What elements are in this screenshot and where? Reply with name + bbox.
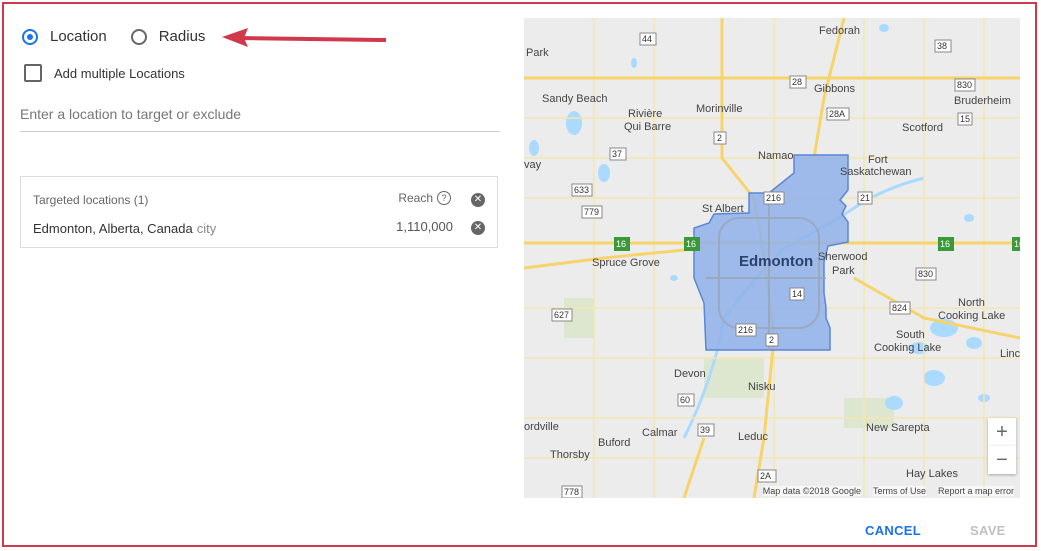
svg-text:2: 2 [769,335,774,345]
svg-text:Park: Park [832,265,855,277]
svg-text:Scotford: Scotford [902,122,943,134]
reach-header: Reach ? [398,191,451,205]
svg-text:New Sarepta: New Sarepta [866,422,930,434]
svg-text:14: 14 [792,289,802,299]
svg-text:Morinville: Morinville [696,103,742,115]
svg-text:Saskatchewan: Saskatchewan [840,166,912,178]
svg-text:Calmar: Calmar [642,427,678,439]
location-radio[interactable] [22,28,38,45]
svg-text:15: 15 [960,114,970,124]
svg-text:824: 824 [892,303,907,313]
zoom-out-button[interactable]: − [988,446,1016,474]
svg-text:Park: Park [526,47,549,59]
svg-text:Thorsby: Thorsby [550,449,590,461]
svg-text:Nisku: Nisku [748,381,776,393]
target-type-group: Location Radius [22,28,229,45]
reach-label: Reach [398,191,433,205]
svg-text:Gibbons: Gibbons [814,83,855,95]
terms-of-use-link[interactable]: Terms of Use [872,486,926,496]
svg-text:Cooking Lake: Cooking Lake [938,310,1005,322]
map-canvas: Fedorah Park Sandy Beach Rivière Qui Bar… [524,18,1020,498]
location-search-input[interactable] [20,106,500,132]
location-type: city [196,221,217,236]
svg-text:16: 16 [940,239,950,249]
zoom-in-button[interactable]: + [988,418,1016,446]
targeted-location-row: Edmonton, Alberta, Canada city [33,221,216,236]
svg-text:St Albert: St Albert [702,203,744,215]
svg-text:830: 830 [918,269,933,279]
svg-text:Hay Lakes: Hay Lakes [906,468,958,480]
svg-text:216: 216 [738,325,753,335]
svg-text:37: 37 [612,149,622,159]
location-radio-label[interactable]: Location [50,28,107,45]
report-map-error-link[interactable]: Report a map error [937,486,1014,496]
svg-text:North: North [958,297,985,309]
svg-text:21: 21 [860,193,870,203]
svg-text:2: 2 [717,133,722,143]
svg-text:2A: 2A [760,471,771,481]
svg-text:Spruce Grove: Spruce Grove [592,257,660,269]
svg-text:16: 16 [686,239,696,249]
remove-all-icon[interactable]: ✕ [471,193,485,207]
targeted-locations-panel: Targeted locations (1) Reach ? ✕ Edmonto… [20,176,498,248]
svg-text:Namao: Namao [758,150,793,162]
add-multiple-checkbox[interactable] [24,64,42,82]
svg-text:60: 60 [680,395,690,405]
help-icon[interactable]: ? [437,191,451,205]
svg-text:16: 16 [616,239,626,249]
add-multiple-label[interactable]: Add multiple Locations [54,66,185,81]
save-button[interactable]: SAVE [970,523,1006,538]
svg-text:216: 216 [766,193,781,203]
svg-text:Devon: Devon [674,368,706,380]
svg-text:ordville: ordville [524,421,559,433]
svg-text:16: 16 [1014,239,1020,249]
svg-text:Sandy Beach: Sandy Beach [542,93,607,105]
svg-text:Sherwood: Sherwood [818,251,868,263]
svg-text:38: 38 [937,41,947,51]
annotation-arrow-icon [222,28,387,47]
remove-location-icon[interactable]: ✕ [471,221,485,235]
svg-text:Qui Barre: Qui Barre [624,121,671,133]
svg-text:Bruderheim: Bruderheim [954,95,1011,107]
svg-text:778: 778 [564,487,579,497]
svg-text:Cooking Lake: Cooking Lake [874,342,941,354]
add-multiple-row[interactable]: Add multiple Locations [24,64,185,82]
svg-text:39: 39 [700,425,710,435]
svg-text:28: 28 [792,77,802,87]
svg-text:Leduc: Leduc [738,431,768,443]
svg-text:Buford: Buford [598,437,630,449]
svg-text:Rivière: Rivière [628,108,662,120]
map-view[interactable]: Fedorah Park Sandy Beach Rivière Qui Bar… [524,18,1020,498]
cancel-button[interactable]: CANCEL [865,523,921,538]
location-name: Edmonton, Alberta, Canada [33,221,193,236]
map-data-label: Map data ©2018 Google [762,486,861,496]
svg-text:779: 779 [584,207,599,217]
svg-text:633: 633 [574,185,589,195]
svg-text:Linc: Linc [1000,348,1020,360]
svg-text:830: 830 [957,80,972,90]
svg-text:South: South [896,329,925,341]
targeted-locations-header: Targeted locations (1) [33,193,149,207]
map-attribution: Map data ©2018 Google Terms of Use Repor… [762,486,1014,496]
svg-text:28A: 28A [829,109,845,119]
svg-text:44: 44 [642,34,652,44]
svg-text:vay: vay [524,159,542,171]
svg-text:627: 627 [554,310,569,320]
svg-text:Fedorah: Fedorah [819,25,860,37]
radius-radio-label[interactable]: Radius [159,28,206,45]
radius-radio[interactable] [130,28,147,45]
svg-text:Edmonton: Edmonton [739,253,813,270]
svg-text:Fort: Fort [868,154,888,166]
location-reach: 1,110,000 [396,219,453,234]
